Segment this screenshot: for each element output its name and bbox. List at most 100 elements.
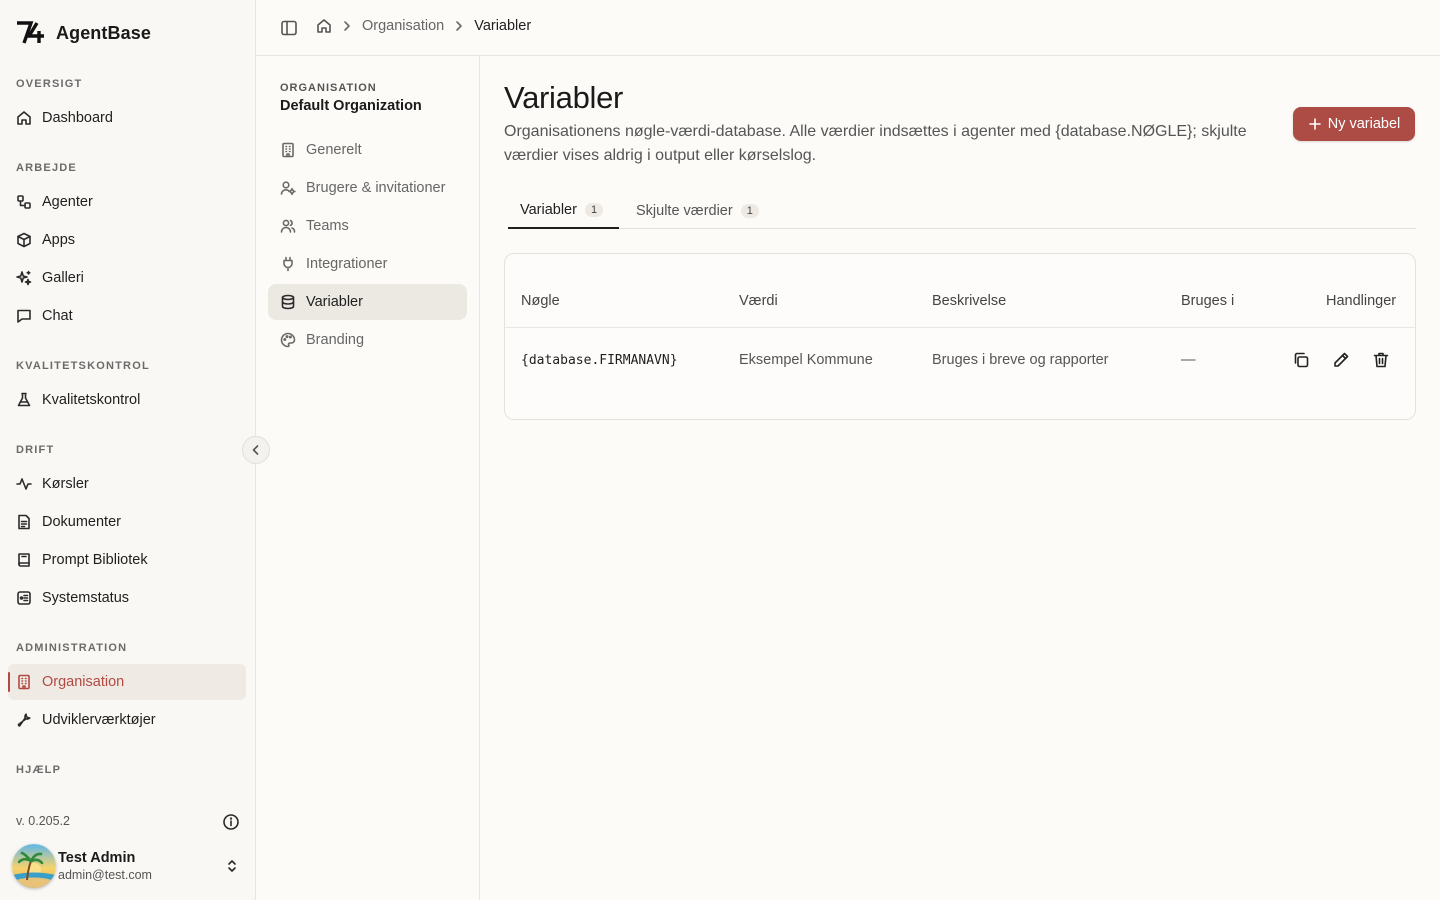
sidebar-item-label: Prompt Bibliotek xyxy=(42,552,148,568)
new-variable-label: Ny variabel xyxy=(1327,116,1401,132)
subnav-item-integrationer[interactable]: Integrationer xyxy=(268,246,467,282)
column-header-actions: Handlinger xyxy=(1326,293,1397,309)
sidebar-item-label: Systemstatus xyxy=(42,590,130,606)
sidebar-item-label: Chat xyxy=(42,308,73,324)
top-bar: Organisation Variabler xyxy=(256,0,1440,56)
subnav-item-variabler[interactable]: Variabler xyxy=(268,284,467,320)
subnav-item-generelt[interactable]: Generelt xyxy=(268,132,467,168)
book-icon xyxy=(18,553,30,567)
org-label: ORGANISATION xyxy=(280,82,377,94)
sidebar-item-label: Apps xyxy=(42,232,76,248)
palette-icon xyxy=(280,332,296,348)
info-icon[interactable] xyxy=(222,813,240,831)
page-title: Variabler xyxy=(504,80,624,115)
chevron-left-icon xyxy=(252,445,259,455)
breadcrumb-current: Variabler xyxy=(474,18,532,34)
user-cog-icon xyxy=(280,181,296,196)
tab-variabler[interactable]: Variabler 1 xyxy=(508,193,619,229)
sidebar: AgentBase OVERSIGT Dashboard ARBEJDE Age… xyxy=(0,0,256,900)
copy-icon[interactable] xyxy=(1292,351,1310,369)
section-hjaelp: HJÆLP xyxy=(16,764,62,776)
section-administration: ADMINISTRATION xyxy=(16,642,128,654)
tab-label: Skjulte værdier xyxy=(636,203,733,219)
section-oversigt: OVERSIGT xyxy=(16,78,83,90)
app-version: v. 0.205.2 xyxy=(16,814,70,828)
sidebar-item-label: Dokumenter xyxy=(42,514,121,530)
sidebar-item-dokumenter[interactable]: Dokumenter xyxy=(8,504,246,540)
variables-table: Nøgle Værdi Beskrivelse Bruges i Handlin… xyxy=(504,253,1416,420)
subnav-item-label: Branding xyxy=(306,332,365,348)
workflow-icon xyxy=(17,195,31,209)
edit-pencil-icon[interactable] xyxy=(1332,351,1350,369)
subnav-item-label: Teams xyxy=(306,218,349,234)
sidebar-collapse-button[interactable] xyxy=(242,436,270,464)
users-icon xyxy=(280,219,296,233)
main-content: Variabler Organisationens nøgle-værdi-da… xyxy=(480,56,1440,900)
plug-icon xyxy=(283,256,293,272)
brand-name: AgentBase xyxy=(56,22,151,43)
panel-left-icon[interactable] xyxy=(280,19,298,37)
sidebar-item-agenter[interactable]: Agenter xyxy=(8,184,246,220)
trash-icon[interactable] xyxy=(1372,351,1390,369)
subnav-item-label: Integrationer xyxy=(306,256,388,272)
section-drift: DRIFT xyxy=(16,444,55,456)
subnav-item-brugere[interactable]: Brugere & invitationer xyxy=(268,170,467,206)
file-text-icon xyxy=(18,514,30,530)
cell-used-in: — xyxy=(1181,352,1196,368)
subnav-item-label: Generelt xyxy=(306,142,362,158)
column-header-key[interactable]: Nøgle xyxy=(521,293,560,309)
sparkles-icon xyxy=(16,270,32,286)
new-variable-button[interactable]: Ny variabel xyxy=(1293,107,1415,141)
settings-subnav: ORGANISATION Default Organization Genere… xyxy=(256,56,480,900)
sidebar-item-apps[interactable]: Apps xyxy=(8,222,246,258)
sidebar-item-chat[interactable]: Chat xyxy=(8,298,246,334)
sidebar-item-dashboard[interactable]: Dashboard xyxy=(8,100,246,136)
sidebar-item-label: Kvalitetskontrol xyxy=(42,392,141,408)
tabs: Variabler 1 Skjulte værdier 1 xyxy=(508,193,1416,229)
cell-key: {database.FIRMANAVN} xyxy=(521,353,678,368)
user-menu[interactable]: Test Admin admin@test.com xyxy=(12,842,248,890)
sidebar-item-galleri[interactable]: Galleri xyxy=(8,260,246,296)
tab-count: 1 xyxy=(740,204,759,218)
breadcrumb-organisation[interactable]: Organisation xyxy=(362,18,444,34)
sidebar-item-udviklervaerktojer[interactable]: Udviklerværktøjer xyxy=(8,702,246,738)
sidebar-item-prompt-bibliotek[interactable]: Prompt Bibliotek xyxy=(8,542,246,578)
home-icon[interactable] xyxy=(316,18,332,34)
sidebar-item-label: Agenter xyxy=(42,194,93,210)
column-header-value[interactable]: Værdi xyxy=(739,293,778,309)
section-arbejde: ARBEJDE xyxy=(16,162,77,174)
brand[interactable]: AgentBase xyxy=(16,20,151,46)
tab-skjulte-vaerdier[interactable]: Skjulte værdier 1 xyxy=(624,193,771,229)
sidebar-item-label: Kørsler xyxy=(42,476,89,492)
tab-count: 1 xyxy=(584,203,604,217)
sidebar-item-label: Galleri xyxy=(42,270,84,286)
activity-icon xyxy=(16,478,32,490)
section-kvalitetskontrol: KVALITETSKONTROL xyxy=(16,360,150,372)
cell-description: Bruges i breve og rapporter xyxy=(932,352,1109,368)
sidebar-item-kvalitetskontrol[interactable]: Kvalitetskontrol xyxy=(8,382,246,418)
chevron-right-icon xyxy=(456,21,463,31)
column-header-used-in[interactable]: Bruges i xyxy=(1181,293,1234,309)
plus-icon xyxy=(1308,118,1321,130)
box-icon xyxy=(17,232,31,248)
page-description: Organisationens nøgle-værdi-database. Al… xyxy=(504,123,1247,164)
avatar xyxy=(12,844,56,888)
breadcrumb: Organisation Variabler xyxy=(316,18,531,34)
wrench-icon xyxy=(17,713,31,727)
user-name: Test Admin xyxy=(58,850,136,866)
database-icon xyxy=(281,294,295,310)
sidebar-item-organisation[interactable]: Organisation xyxy=(8,664,246,700)
subnav-item-branding[interactable]: Branding xyxy=(268,322,467,358)
subnav-item-label: Variabler xyxy=(306,294,363,310)
building-icon xyxy=(18,674,30,690)
chevrons-up-down-icon xyxy=(228,860,236,872)
column-header-description[interactable]: Beskrivelse xyxy=(932,293,1006,309)
server-icon xyxy=(17,591,31,605)
sidebar-item-systemstatus[interactable]: Systemstatus xyxy=(8,580,246,616)
sidebar-item-label: Udviklerværktøjer xyxy=(42,712,156,728)
sidebar-item-label: Organisation xyxy=(42,674,125,690)
sidebar-item-korsler[interactable]: Kørsler xyxy=(8,466,246,502)
building-icon xyxy=(282,142,294,158)
subnav-item-teams[interactable]: Teams xyxy=(268,208,467,244)
sidebar-item-label: Dashboard xyxy=(42,110,113,126)
